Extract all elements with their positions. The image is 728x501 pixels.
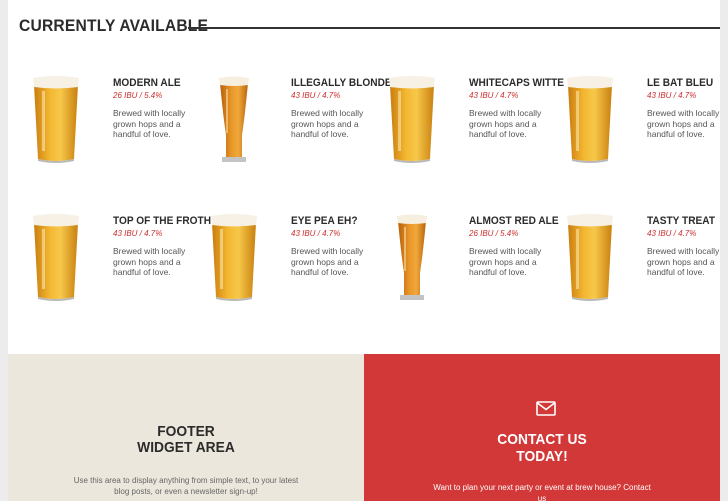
contact-title-line2: TODAY! [516, 448, 568, 465]
beer-card[interactable]: EYE PEA EH? 43 IBU / 4.7% Brewed with loca… [208, 213, 378, 313]
beer-card[interactable]: MODERN ALE 26 IBU / 5.4% Brewed with local… [30, 75, 200, 175]
beer-name[interactable]: WHITECAPS WITTE [469, 77, 564, 89]
beer-stats: 43 IBU / 4.7% [647, 229, 697, 238]
beer-description: Brewed with locally grown hops and a han… [647, 246, 720, 277]
beer-stats: 43 IBU / 4.7% [469, 91, 519, 100]
beer-stats: 26 IBU / 5.4% [469, 229, 519, 238]
beer-card[interactable]: TASTY TREAT 43 IBU / 4.7% Brewed with loca… [564, 213, 728, 313]
beer-list-section: CURRENTLY AVAILABLE MODERN ALE 26 IBU / 5… [8, 0, 720, 354]
envelope-icon[interactable] [536, 401, 556, 416]
beer-stats: 43 IBU / 4.7% [291, 91, 341, 100]
beer-name[interactable]: TASTY TREAT [647, 215, 715, 227]
beer-stats: 43 IBU / 4.7% [291, 229, 341, 238]
pint-glass-icon [389, 76, 435, 163]
pint-glass-icon [33, 214, 79, 301]
contact-text: Want to plan your next party or event at… [433, 483, 651, 501]
footer-widget-area: FOOTER WIDGET AREA Use this area to disp… [8, 354, 364, 501]
tall-glass-icon [219, 76, 249, 162]
beer-name[interactable]: LE BAT BLEU [647, 77, 713, 89]
beer-name[interactable]: TOP OF THE FROTH [113, 215, 211, 227]
beer-description: Brewed with locally grown hops and a han… [113, 246, 186, 277]
beer-name[interactable]: ALMOST RED ALE [469, 215, 559, 227]
contact-section: CONTACT US TODAY! Want to plan your next… [364, 354, 720, 501]
beer-description: Brewed with locally grown hops and a han… [113, 108, 186, 139]
title-divider [188, 27, 720, 29]
beer-name[interactable]: ILLEGALLY BLONDE [291, 77, 392, 89]
beer-description: Brewed with locally grown hops and a han… [469, 246, 542, 277]
beer-name[interactable]: EYE PEA EH? [291, 215, 358, 227]
pint-glass-icon [211, 214, 257, 301]
beer-card[interactable]: ILLEGALLY BLONDE 43 IBU / 4.7% Brewed with… [208, 75, 392, 175]
section-title: CURRENTLY AVAILABLE [19, 16, 209, 35]
beer-card[interactable]: ALMOST RED ALE 26 IBU / 5.4% Brewed with l… [386, 213, 559, 313]
beer-card[interactable]: WHITECAPS WITTE 43 IBU / 4.7% Brewed with … [386, 75, 564, 175]
beer-description: Brewed with locally grown hops and a han… [469, 108, 542, 139]
beer-card[interactable]: TOP OF THE FROTH 43 IBU / 4.7% Brewed with… [30, 213, 211, 313]
footer-widget-title-line1: FOOTER [157, 423, 215, 440]
contact-title[interactable]: CONTACT US TODAY! [378, 431, 706, 465]
footer-widget-title: FOOTER WIDGET AREA [22, 424, 350, 456]
beer-description: Brewed with locally grown hops and a han… [647, 108, 720, 139]
pint-glass-icon [567, 76, 613, 163]
beer-stats: 43 IBU / 4.7% [647, 91, 697, 100]
pint-glass-icon [33, 76, 79, 163]
beer-description: Brewed with locally grown hops and a han… [291, 246, 364, 277]
tall-glass-icon [397, 214, 427, 300]
beer-stats: 43 IBU / 4.7% [113, 229, 163, 238]
contact-title-line1: CONTACT US [497, 431, 587, 448]
beer-stats: 26 IBU / 5.4% [113, 91, 163, 100]
beer-name[interactable]: MODERN ALE [113, 77, 181, 89]
pint-glass-icon [567, 214, 613, 301]
beer-card[interactable]: LE BAT BLEU 43 IBU / 4.7% Brewed with loca… [564, 75, 728, 175]
beer-description: Brewed with locally grown hops and a han… [291, 108, 364, 139]
footer-widget-text: Use this area to display anything from s… [73, 476, 299, 496]
footer-widget-title-line2: WIDGET AREA [137, 439, 235, 456]
